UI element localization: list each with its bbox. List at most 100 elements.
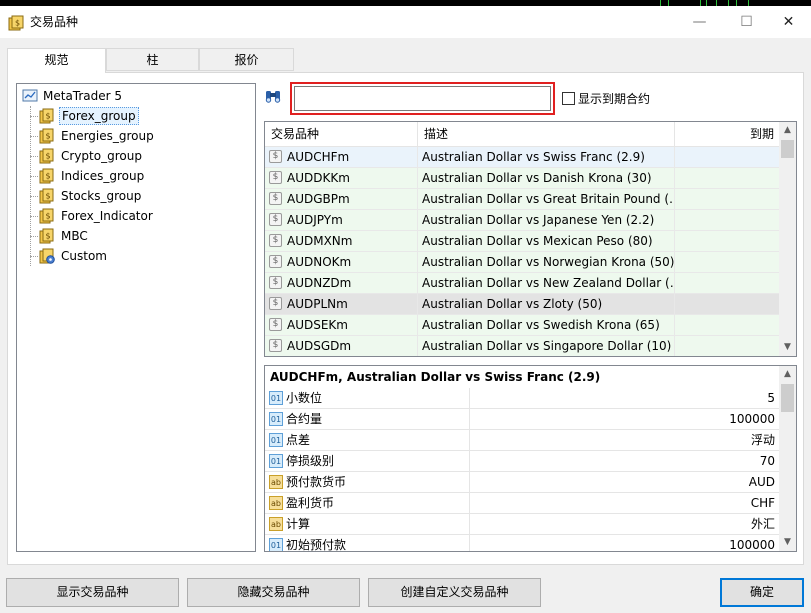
table-row[interactable]: $ AUDSEKm Australian Dollar vs Swedish Kro… — [265, 315, 781, 336]
table-row[interactable]: $ AUDNZDm Australian Dollar vs New Zealand… — [265, 273, 781, 294]
column-header-expiry[interactable]: 到期 — [675, 122, 781, 146]
search-box[interactable] — [290, 82, 555, 115]
symbol-name: AUDSEKm — [287, 318, 348, 332]
tree-item-label: Crypto_group — [61, 149, 142, 163]
tab-bars[interactable]: 柱 — [106, 48, 199, 71]
folder-dollar-icon: $ — [39, 108, 54, 124]
property-row[interactable]: 01 点差 浮动 — [265, 430, 779, 451]
symbol-cell: $ AUDDKKm — [265, 168, 418, 189]
properties-scrollbar[interactable]: ▲ ▼ — [779, 366, 796, 551]
property-key-label: 停损级别 — [286, 454, 335, 468]
scroll-thumb[interactable] — [781, 140, 794, 158]
scroll-up-arrow-icon[interactable]: ▲ — [779, 366, 796, 383]
tab-ticks[interactable]: 报价 — [199, 48, 294, 71]
binoculars-search-icon[interactable] — [264, 87, 282, 105]
property-row[interactable]: ab 计算 外汇 — [265, 514, 779, 535]
number-type-icon: 01 — [269, 412, 283, 426]
scroll-down-arrow-icon[interactable]: ▼ — [779, 534, 796, 551]
description-cell: Australian Dollar vs Swedish Krona (65) — [418, 315, 675, 336]
tree-line — [30, 216, 38, 217]
number-type-icon: 01 — [269, 433, 283, 447]
scroll-down-arrow-icon[interactable]: ▼ — [779, 339, 796, 356]
table-scrollbar[interactable]: ▲ ▼ — [779, 122, 796, 356]
string-type-icon: ab — [269, 517, 283, 531]
scroll-up-arrow-icon[interactable]: ▲ — [779, 122, 796, 139]
close-button[interactable]: ✕ — [766, 6, 811, 38]
table-row[interactable]: $ AUDJPYm Australian Dollar vs Japanese Ye… — [265, 210, 781, 231]
tree-line — [30, 156, 38, 157]
properties-title: AUDCHFm, Australian Dollar vs Swiss Fran… — [270, 370, 601, 384]
description-cell: Australian Dollar vs Zloty (50) — [418, 294, 675, 315]
property-row[interactable]: 01 初始预付款 100000 — [265, 535, 779, 551]
ok-button[interactable]: 确定 — [720, 578, 804, 607]
svg-text:$: $ — [45, 152, 50, 161]
property-row[interactable]: ab 预付款货币 AUD — [265, 472, 779, 493]
property-row[interactable]: 01 小数位 5 — [265, 388, 779, 409]
tree-line — [30, 236, 38, 237]
metatrader-icon — [22, 89, 38, 102]
show-symbol-button[interactable]: 显示交易品种 — [6, 578, 179, 607]
property-row[interactable]: 01 合约量 100000 — [265, 409, 779, 430]
table-row[interactable]: $ AUDMXNm Australian Dollar vs Mexican Pes… — [265, 231, 781, 252]
property-key-label: 计算 — [286, 517, 311, 531]
tab-spec[interactable]: 规范 — [7, 48, 106, 73]
property-key: 01 停损级别 — [265, 451, 470, 472]
symbol-dollar-icon: $ — [269, 171, 282, 184]
symbol-cell: $ AUDNZDm — [265, 273, 418, 294]
symbols-table[interactable]: 交易品种 描述 到期 $ AUDCHFm Australian Dollar vs … — [264, 121, 797, 357]
tree-item-label: Energies_group — [61, 129, 154, 143]
expiry-cell — [675, 210, 781, 231]
minimize-button[interactable]: — — [677, 6, 722, 38]
string-type-icon: ab — [269, 496, 283, 510]
svg-text:$: $ — [45, 112, 50, 121]
description-cell: Australian Dollar vs Japanese Yen (2.2) — [418, 210, 675, 231]
tree-item-label: MBC — [61, 229, 88, 243]
column-header-symbol[interactable]: 交易品种 — [265, 122, 418, 146]
property-value: 100000 — [470, 409, 779, 430]
symbol-properties[interactable]: AUDCHFm, Australian Dollar vs Swiss Fran… — [264, 365, 797, 552]
svg-text:$: $ — [45, 212, 50, 221]
create-custom-symbol-button[interactable]: 创建自定义交易品种 — [368, 578, 541, 607]
tree-item-label: Forex_group — [59, 107, 139, 125]
scroll-thumb[interactable] — [781, 384, 794, 412]
description-cell: Australian Dollar vs Great Britain Pound… — [418, 189, 675, 210]
tree-line — [30, 116, 38, 117]
property-value: 外汇 — [470, 514, 779, 535]
table-row[interactable]: $ AUDGBPm Australian Dollar vs Great Brita… — [265, 189, 781, 210]
symbol-name: AUDNOKm — [287, 255, 352, 269]
table-row[interactable]: $ AUDSGDm Australian Dollar vs Singapore D… — [265, 336, 781, 356]
number-type-icon: 01 — [269, 391, 283, 405]
symbol-cell: $ AUDMXNm — [265, 231, 418, 252]
symbols-app-icon: $ — [8, 15, 24, 31]
symbol-name: AUDPLNm — [287, 297, 348, 311]
hide-symbol-button[interactable]: 隐藏交易品种 — [187, 578, 360, 607]
title-bar[interactable]: $ 交易品种 — ☐ ✕ — [0, 6, 811, 38]
property-row[interactable]: ab 盈利货币 CHF — [265, 493, 779, 514]
property-key-label: 小数位 — [286, 391, 323, 405]
property-key: 01 初始预付款 — [265, 535, 470, 551]
symbol-dollar-icon: $ — [269, 297, 282, 310]
column-header-description[interactable]: 描述 — [418, 122, 675, 146]
property-key: ab 盈利货币 — [265, 493, 470, 514]
svg-text:$: $ — [45, 192, 50, 201]
table-row[interactable]: $ AUDPLNm Australian Dollar vs Zloty (50) — [265, 294, 781, 315]
expiry-cell — [675, 336, 781, 356]
property-row[interactable]: 01 停损级别 70 — [265, 451, 779, 472]
symbol-cell: $ AUDPLNm — [265, 294, 418, 315]
svg-text:$: $ — [45, 132, 50, 141]
folder-gear-icon — [39, 248, 55, 264]
folder-dollar-icon: $ — [39, 228, 54, 244]
table-row[interactable]: $ AUDCHFm Australian Dollar vs Swiss Franc… — [265, 147, 781, 168]
property-value: AUD — [470, 472, 779, 493]
show-expired-checkbox[interactable] — [562, 92, 575, 105]
table-row[interactable]: $ AUDNOKm Australian Dollar vs Norwegian K… — [265, 252, 781, 273]
property-value: 70 — [470, 451, 779, 472]
table-row[interactable]: $ AUDDKKm Australian Dollar vs Danish Kron… — [265, 168, 781, 189]
symbol-group-tree[interactable]: MetaTrader 5 $ Forex_group $ Energies_gr… — [16, 83, 256, 552]
symbol-cell: $ AUDGBPm — [265, 189, 418, 210]
window-title: 交易品种 — [30, 15, 79, 29]
symbol-name: AUDMXNm — [287, 234, 353, 248]
description-cell: Australian Dollar vs New Zealand Dollar … — [418, 273, 675, 294]
search-input[interactable] — [294, 86, 551, 111]
maximize-button[interactable]: ☐ — [724, 6, 769, 38]
